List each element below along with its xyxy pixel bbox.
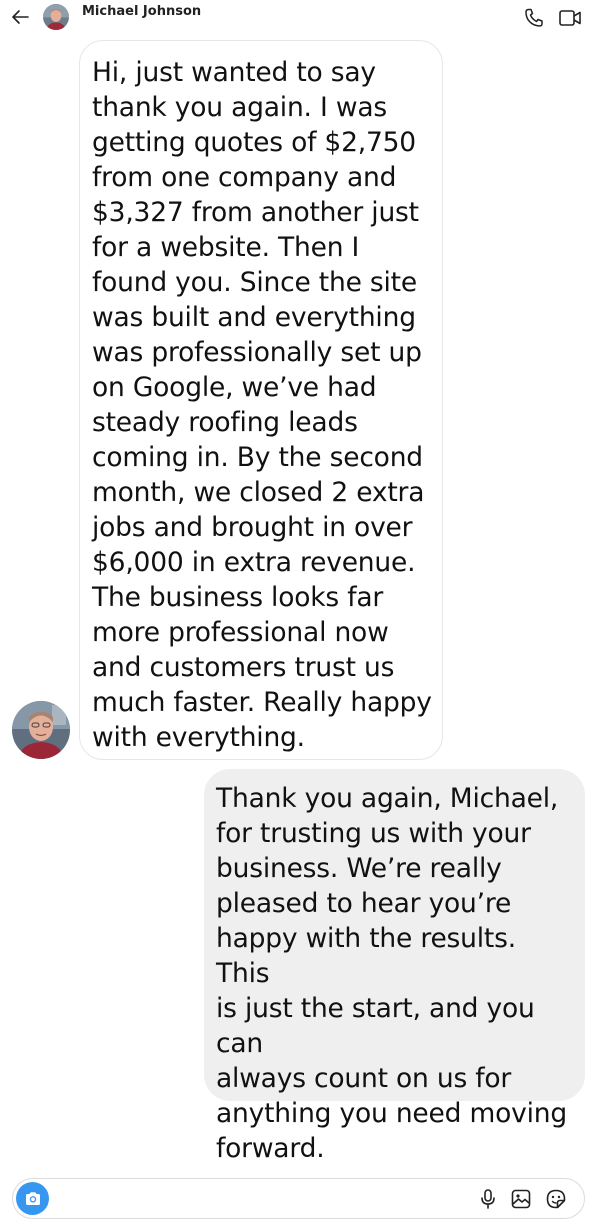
sticker-icon	[546, 1189, 566, 1209]
microphone-icon	[481, 1189, 495, 1209]
chat-header: Michael Johnson	[0, 0, 597, 36]
call-button[interactable]	[522, 6, 546, 30]
voice-message-button[interactable]	[476, 1187, 500, 1211]
video-camera-icon	[559, 10, 581, 26]
camera-button[interactable]	[16, 1182, 49, 1215]
incoming-message-bubble[interactable]: Hi, just wanted to say thank you again. …	[79, 40, 443, 760]
avatar-photo	[43, 4, 69, 30]
message-composer	[12, 1178, 585, 1219]
back-button[interactable]	[8, 5, 32, 29]
contact-avatar[interactable]	[43, 4, 69, 30]
message-input[interactable]	[57, 1185, 471, 1215]
arrow-left-icon	[12, 10, 29, 24]
gallery-button[interactable]	[509, 1187, 533, 1211]
phone-icon	[525, 8, 543, 27]
camera-icon	[25, 1191, 40, 1205]
avatar-photo	[12, 701, 70, 759]
sticker-button[interactable]	[544, 1187, 568, 1211]
sender-avatar[interactable]	[12, 701, 70, 759]
video-call-button[interactable]	[557, 6, 583, 30]
image-icon	[511, 1189, 531, 1209]
contact-name[interactable]: Michael Johnson	[82, 4, 201, 19]
outgoing-message-bubble[interactable]: Thank you again, Michael, for trusting u…	[204, 769, 585, 1164]
